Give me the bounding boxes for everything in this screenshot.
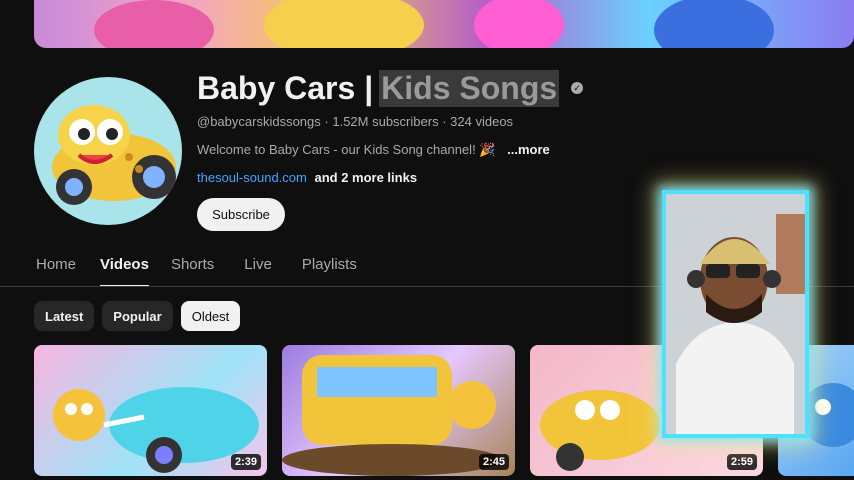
description-more-button[interactable]: ...more — [507, 142, 550, 157]
channel-title: Baby Cars | Kids Songs ✓ — [197, 66, 584, 110]
video-count: 324 videos — [450, 114, 514, 129]
channel-title-main: Baby Cars | — [197, 69, 374, 106]
more-links-button[interactable]: and 2 more links — [314, 170, 417, 185]
channel-tabs: Home Videos Shorts Live Playlists — [36, 250, 357, 287]
webcam-overlay — [662, 190, 809, 438]
tab-playlists[interactable]: Playlists — [302, 250, 357, 286]
channel-banner — [34, 0, 854, 48]
chip-oldest[interactable]: Oldest — [180, 301, 241, 331]
chip-latest[interactable]: Latest — [34, 301, 95, 331]
video-thumbnail[interactable]: 2:39 — [34, 345, 267, 476]
channel-meta: @babycarskidssongs · 1.52M subscribers ·… — [197, 114, 514, 129]
verified-badge-icon: ✓ — [571, 82, 584, 94]
video-duration: 2:39 — [230, 454, 261, 470]
sort-chips: Latest Popular Oldest — [34, 301, 241, 331]
channel-description: Welcome to Baby Cars - our Kids Song cha… — [197, 142, 550, 157]
subscriber-count: 1.52M subscribers — [332, 114, 439, 129]
channel-handle: @babycarskidssongs — [197, 114, 321, 129]
tab-shorts[interactable]: Shorts — [171, 250, 214, 286]
channel-link[interactable]: thesoul-sound.com — [197, 170, 307, 185]
streamer-video-icon — [666, 194, 805, 434]
tab-live[interactable]: Live — [244, 250, 272, 286]
subscribe-button[interactable]: Subscribe — [197, 198, 285, 231]
video-thumbnail[interactable]: 2:45 — [282, 345, 515, 476]
channel-links: thesoul-sound.com and 2 more links — [197, 170, 417, 185]
video-duration: 2:59 — [726, 454, 757, 470]
cartoon-car-icon — [52, 105, 176, 205]
tab-home[interactable]: Home — [36, 250, 76, 286]
channel-title-highlight: Kids Songs — [379, 69, 560, 107]
tab-videos[interactable]: Videos — [100, 250, 149, 287]
video-duration: 2:45 — [478, 454, 509, 470]
channel-avatar[interactable] — [34, 77, 182, 225]
chip-popular[interactable]: Popular — [102, 301, 173, 331]
